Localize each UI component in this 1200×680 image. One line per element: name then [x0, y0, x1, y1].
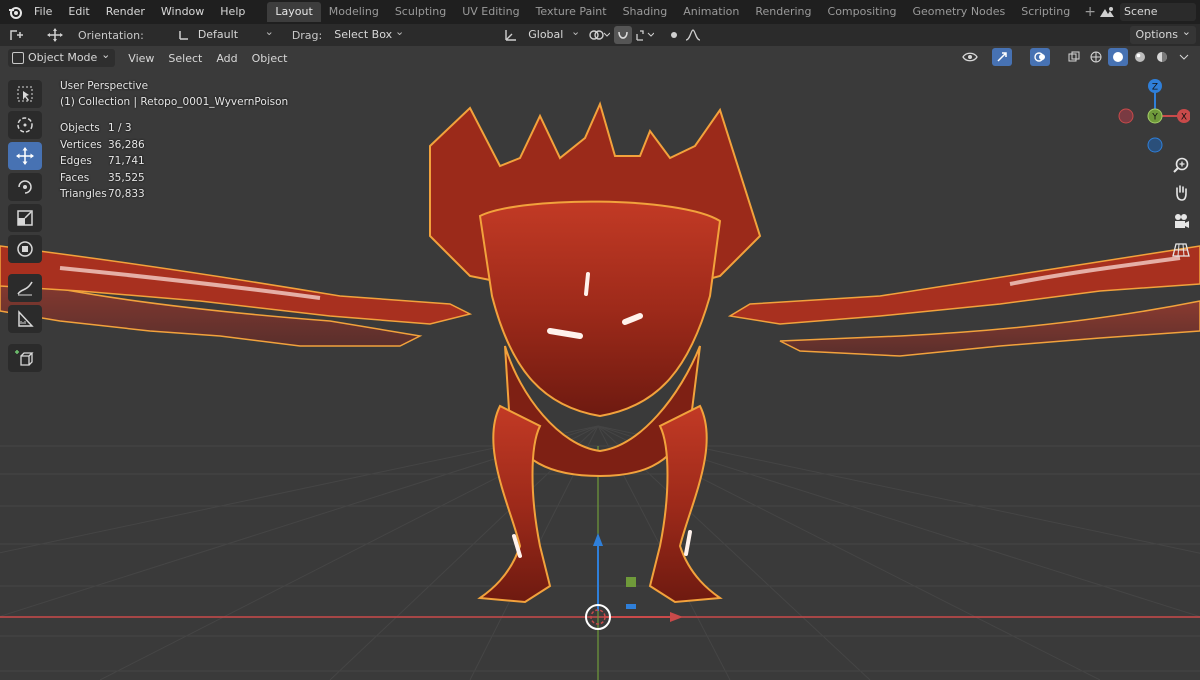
- add-cube-tool[interactable]: [8, 344, 42, 372]
- tab-layout[interactable]: Layout: [267, 2, 321, 22]
- menu-add[interactable]: Add: [209, 52, 244, 65]
- scene-statistics: Objects 1 / 3 Vertices 36,286 Edges 71,741 …: [60, 120, 288, 203]
- tool-shelf: [8, 80, 42, 375]
- drag-dropdown[interactable]: Select Box: [328, 23, 408, 44]
- object-mode-dropdown[interactable]: Object Mode: [8, 46, 116, 67]
- menu-object[interactable]: Object: [245, 52, 295, 65]
- zoom-icon[interactable]: [1168, 152, 1194, 178]
- top-menu-bar: File Edit Render Window Help Layout Mode…: [0, 0, 1200, 24]
- tab-texture-paint[interactable]: Texture Paint: [528, 2, 615, 22]
- drag-label: Drag:: [291, 28, 323, 42]
- stat-row: Faces 35,525: [60, 171, 145, 184]
- snap-icon[interactable]: [614, 26, 633, 44]
- show-overlays-icon[interactable]: [1030, 48, 1050, 66]
- tab-scripting[interactable]: Scripting: [1013, 2, 1078, 22]
- tab-modeling[interactable]: Modeling: [321, 2, 387, 22]
- transform-orientation-dropdown[interactable]: Global: [522, 23, 584, 44]
- transform-orientation-icon: [500, 26, 522, 44]
- rendered-shading-icon[interactable]: [1152, 48, 1172, 66]
- stat-row: Triangles 70,833: [60, 188, 145, 200]
- orientation-icon: [176, 26, 192, 44]
- pivot-point-icon[interactable]: [584, 26, 614, 44]
- perspective-label: User Perspective: [60, 80, 149, 92]
- viewport-header: Object Mode View Select Add Object: [0, 46, 1200, 70]
- rotate-tool[interactable]: [8, 173, 42, 201]
- stat-row: Edges 71,741: [60, 155, 145, 167]
- falloff-icon[interactable]: [682, 26, 704, 44]
- material-preview-icon[interactable]: [1130, 48, 1150, 66]
- tab-sculpting[interactable]: Sculpting: [387, 2, 454, 22]
- options-dropdown[interactable]: Options: [1129, 23, 1196, 44]
- collection-label: (1) Collection | Retopo_0001_WyvernPoiso…: [60, 96, 289, 108]
- measure-tool[interactable]: [8, 305, 42, 333]
- tab-animation[interactable]: Animation: [675, 2, 747, 22]
- gizmo-z-label: Z: [1152, 83, 1158, 93]
- cursor-tool[interactable]: [8, 111, 42, 139]
- viewport-shading-controls: [960, 48, 1194, 66]
- snap-target-icon[interactable]: [632, 26, 658, 44]
- object-mode-icon: [12, 52, 24, 64]
- visibility-eye-icon[interactable]: [960, 48, 980, 66]
- move-tool[interactable]: [8, 142, 42, 170]
- select-box-tool[interactable]: [8, 80, 42, 108]
- scene-selector: Scene: [1094, 0, 1200, 24]
- viewport-nav-buttons: [1168, 152, 1194, 264]
- scene-name-field[interactable]: Scene: [1120, 3, 1196, 21]
- tool-mode-icon[interactable]: [6, 26, 28, 44]
- tab-geometry-nodes[interactable]: Geometry Nodes: [904, 2, 1013, 22]
- menu-edit[interactable]: Edit: [60, 0, 97, 24]
- workspace-tabs: Layout Modeling Sculpting UV Editing Tex…: [267, 0, 1102, 24]
- menu-select[interactable]: Select: [161, 52, 209, 65]
- pan-hand-icon[interactable]: [1168, 180, 1194, 206]
- stat-row: Objects 1 / 3: [60, 122, 132, 134]
- menu-window[interactable]: Window: [153, 0, 212, 24]
- gizmo-y-label: Y: [1151, 113, 1158, 123]
- tab-rendering[interactable]: Rendering: [747, 2, 819, 22]
- proportional-edit-icon[interactable]: [666, 26, 682, 44]
- menu-view[interactable]: View: [121, 52, 161, 65]
- wireframe-shading-icon[interactable]: [1086, 48, 1106, 66]
- xray-toggle-icon[interactable]: [1064, 48, 1084, 66]
- camera-view-icon[interactable]: [1168, 208, 1194, 234]
- menu-file[interactable]: File: [26, 0, 60, 24]
- tab-compositing[interactable]: Compositing: [820, 2, 905, 22]
- object-mode-label: Object Mode: [28, 51, 98, 64]
- orientation-label: Orientation:: [78, 28, 144, 42]
- tab-uv-editing[interactable]: UV Editing: [454, 2, 527, 22]
- tab-shading[interactable]: Shading: [615, 2, 676, 22]
- annotate-tool[interactable]: [8, 274, 42, 302]
- tool-settings-header: Orientation: Default Drag: Select Box Gl…: [0, 23, 1200, 46]
- orientation-dropdown[interactable]: Default: [192, 23, 278, 44]
- transform-tool[interactable]: [8, 235, 42, 263]
- menu-render[interactable]: Render: [98, 0, 153, 24]
- scene-icon[interactable]: [1094, 3, 1120, 21]
- shading-options-icon[interactable]: [1174, 48, 1194, 66]
- blender-logo-icon[interactable]: [4, 0, 26, 24]
- viewport-info-overlay: User Perspective (1) Collection | Retopo…: [60, 78, 288, 203]
- transform-pivot-icon[interactable]: [44, 26, 66, 44]
- menu-help[interactable]: Help: [212, 0, 253, 24]
- stat-row: Vertices 36,286: [60, 138, 145, 151]
- show-gizmo-icon[interactable]: [992, 48, 1012, 66]
- navigation-gizmo[interactable]: Z X Y: [1110, 76, 1191, 156]
- solid-shading-icon[interactable]: [1108, 48, 1128, 66]
- gizmo-x-label: X: [1181, 113, 1187, 123]
- orthographic-grid-icon[interactable]: [1168, 236, 1194, 262]
- scale-tool[interactable]: [8, 204, 42, 232]
